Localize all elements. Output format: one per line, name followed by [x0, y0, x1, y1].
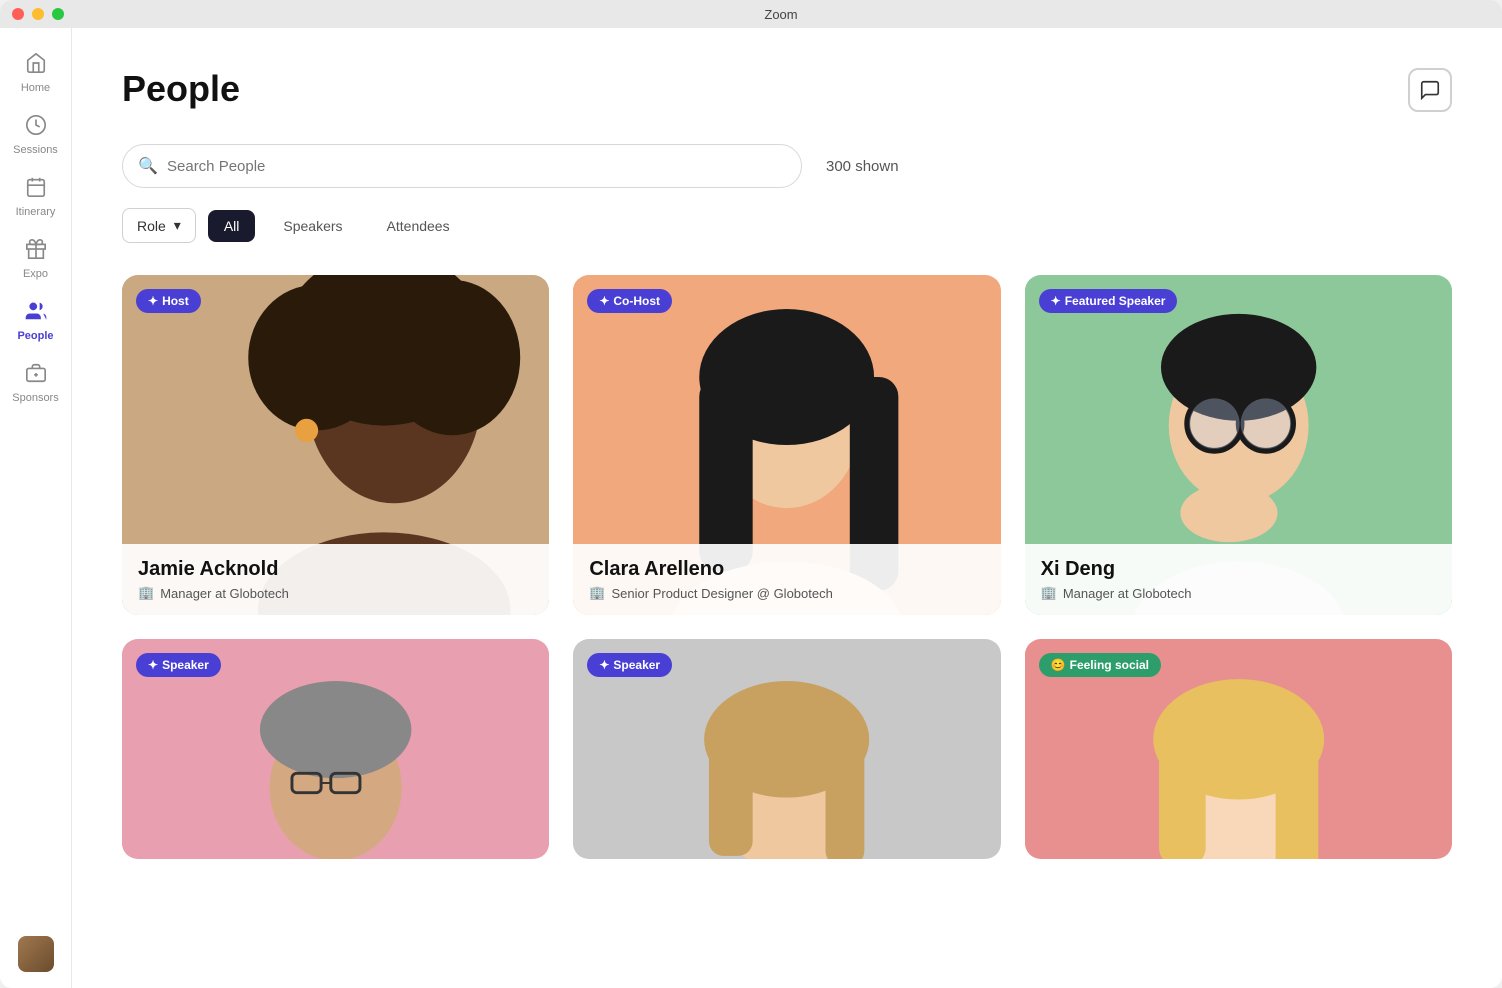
sidebar-item-home[interactable]: Home [4, 44, 68, 102]
badge-3: ✦ Featured Speaker [1039, 289, 1178, 313]
person-role-3: 🏢 Manager at Globotech [1041, 585, 1436, 601]
sidebar-label-expo: Expo [23, 268, 48, 280]
page-title: People [122, 68, 240, 110]
person-info-1: Jamie Acknold 🏢 Manager at Globotech [122, 544, 549, 615]
sidebar-label-itinerary: Itinerary [16, 206, 56, 218]
badge-icon-6: 😊 [1051, 658, 1066, 672]
maximize-button[interactable] [52, 8, 64, 20]
person-name-1: Jamie Acknold [138, 558, 533, 581]
sidebar-item-itinerary[interactable]: Itinerary [4, 168, 68, 226]
badge-label-5: Speaker [613, 658, 660, 672]
chevron-down-icon: ▾ [174, 217, 181, 234]
titlebar: Zoom [0, 0, 1502, 28]
building-icon-2: 🏢 [589, 585, 605, 601]
badge-icon-5: ✦ [599, 658, 609, 672]
sidebar-item-sponsors[interactable]: Sponsors [4, 354, 68, 412]
home-icon [25, 52, 47, 78]
badge-icon-3: ✦ [1051, 294, 1061, 308]
search-icon: 🔍 [138, 156, 158, 176]
building-icon-3: 🏢 [1041, 585, 1057, 601]
sidebar-item-people[interactable]: People [4, 292, 68, 350]
minimize-button[interactable] [32, 8, 44, 20]
search-input[interactable] [122, 144, 802, 188]
badge-5: ✦ Speaker [587, 653, 672, 677]
badge-label-1: Host [162, 294, 189, 308]
badge-1: ✦ Host [136, 289, 201, 313]
sidebar: Home Sessions [0, 28, 72, 988]
badge-2: ✦ Co-Host [587, 289, 672, 313]
itinerary-icon [25, 176, 47, 202]
sponsors-icon [25, 362, 47, 388]
person-info-3: Xi Deng 🏢 Manager at Globotech [1025, 544, 1452, 615]
badge-label-2: Co-Host [613, 294, 660, 308]
person-info-2: Clara Arelleno 🏢 Senior Product Designer… [573, 544, 1000, 615]
sidebar-label-home: Home [21, 82, 50, 94]
person-name-2: Clara Arelleno [589, 558, 984, 581]
chat-button[interactable] [1408, 68, 1452, 112]
sidebar-label-sponsors: Sponsors [12, 392, 58, 404]
person-card-2[interactable]: ✦ Co-Host Clara Arelleno 🏢 Senior Produc… [573, 275, 1000, 615]
sidebar-label-sessions: Sessions [13, 144, 58, 156]
badge-icon-4: ✦ [148, 658, 158, 672]
expo-icon [25, 238, 47, 264]
search-row: 🔍 300 shown [122, 144, 1452, 188]
badge-label-6: Feeling social [1070, 658, 1149, 672]
person-card-4[interactable]: ✦ Speaker [122, 639, 549, 859]
search-input-wrap: 🔍 [122, 144, 802, 188]
sessions-icon [25, 114, 47, 140]
filter-row: Role ▾ All Speakers Attendees [122, 208, 1452, 243]
people-icon [25, 300, 47, 326]
person-name-3: Xi Deng [1041, 558, 1436, 581]
person-role-1: 🏢 Manager at Globotech [138, 585, 533, 601]
people-grid: ✦ Host Jamie Acknold 🏢 Manager at Globot… [122, 275, 1452, 859]
badge-label-3: Featured Speaker [1065, 294, 1166, 308]
sidebar-item-expo[interactable]: Expo [4, 230, 68, 288]
main-content: People 🔍 300 shown Role ▾ [72, 28, 1502, 988]
role-label: Role [137, 218, 166, 234]
person-card-1[interactable]: ✦ Host Jamie Acknold 🏢 Manager at Globot… [122, 275, 549, 615]
badge-4: ✦ Speaker [136, 653, 221, 677]
page-header: People [122, 68, 1452, 112]
avatar-image [18, 936, 54, 972]
badge-6: 😊 Feeling social [1039, 653, 1161, 677]
filter-all[interactable]: All [208, 210, 256, 242]
shown-count: 300 shown [826, 158, 899, 175]
sidebar-item-sessions[interactable]: Sessions [4, 106, 68, 164]
badge-icon-2: ✦ [599, 294, 609, 308]
chat-icon [1419, 79, 1441, 101]
person-card-3[interactable]: ✦ Featured Speaker Xi Deng 🏢 Manager at … [1025, 275, 1452, 615]
person-role-2: 🏢 Senior Product Designer @ Globotech [589, 585, 984, 601]
filter-attendees[interactable]: Attendees [371, 210, 466, 242]
person-card-6[interactable]: 😊 Feeling social [1025, 639, 1452, 859]
sidebar-label-people: People [17, 330, 53, 342]
role-dropdown[interactable]: Role ▾ [122, 208, 196, 243]
badge-label-4: Speaker [162, 658, 209, 672]
filter-speakers[interactable]: Speakers [267, 210, 358, 242]
user-avatar[interactable] [18, 936, 54, 972]
app-body: Home Sessions [0, 28, 1502, 988]
app-window: Zoom Home Sess [0, 0, 1502, 988]
badge-icon-1: ✦ [148, 294, 158, 308]
window-title: Zoom [72, 7, 1490, 22]
person-card-5[interactable]: ✦ Speaker [573, 639, 1000, 859]
building-icon-1: 🏢 [138, 585, 154, 601]
close-button[interactable] [12, 8, 24, 20]
